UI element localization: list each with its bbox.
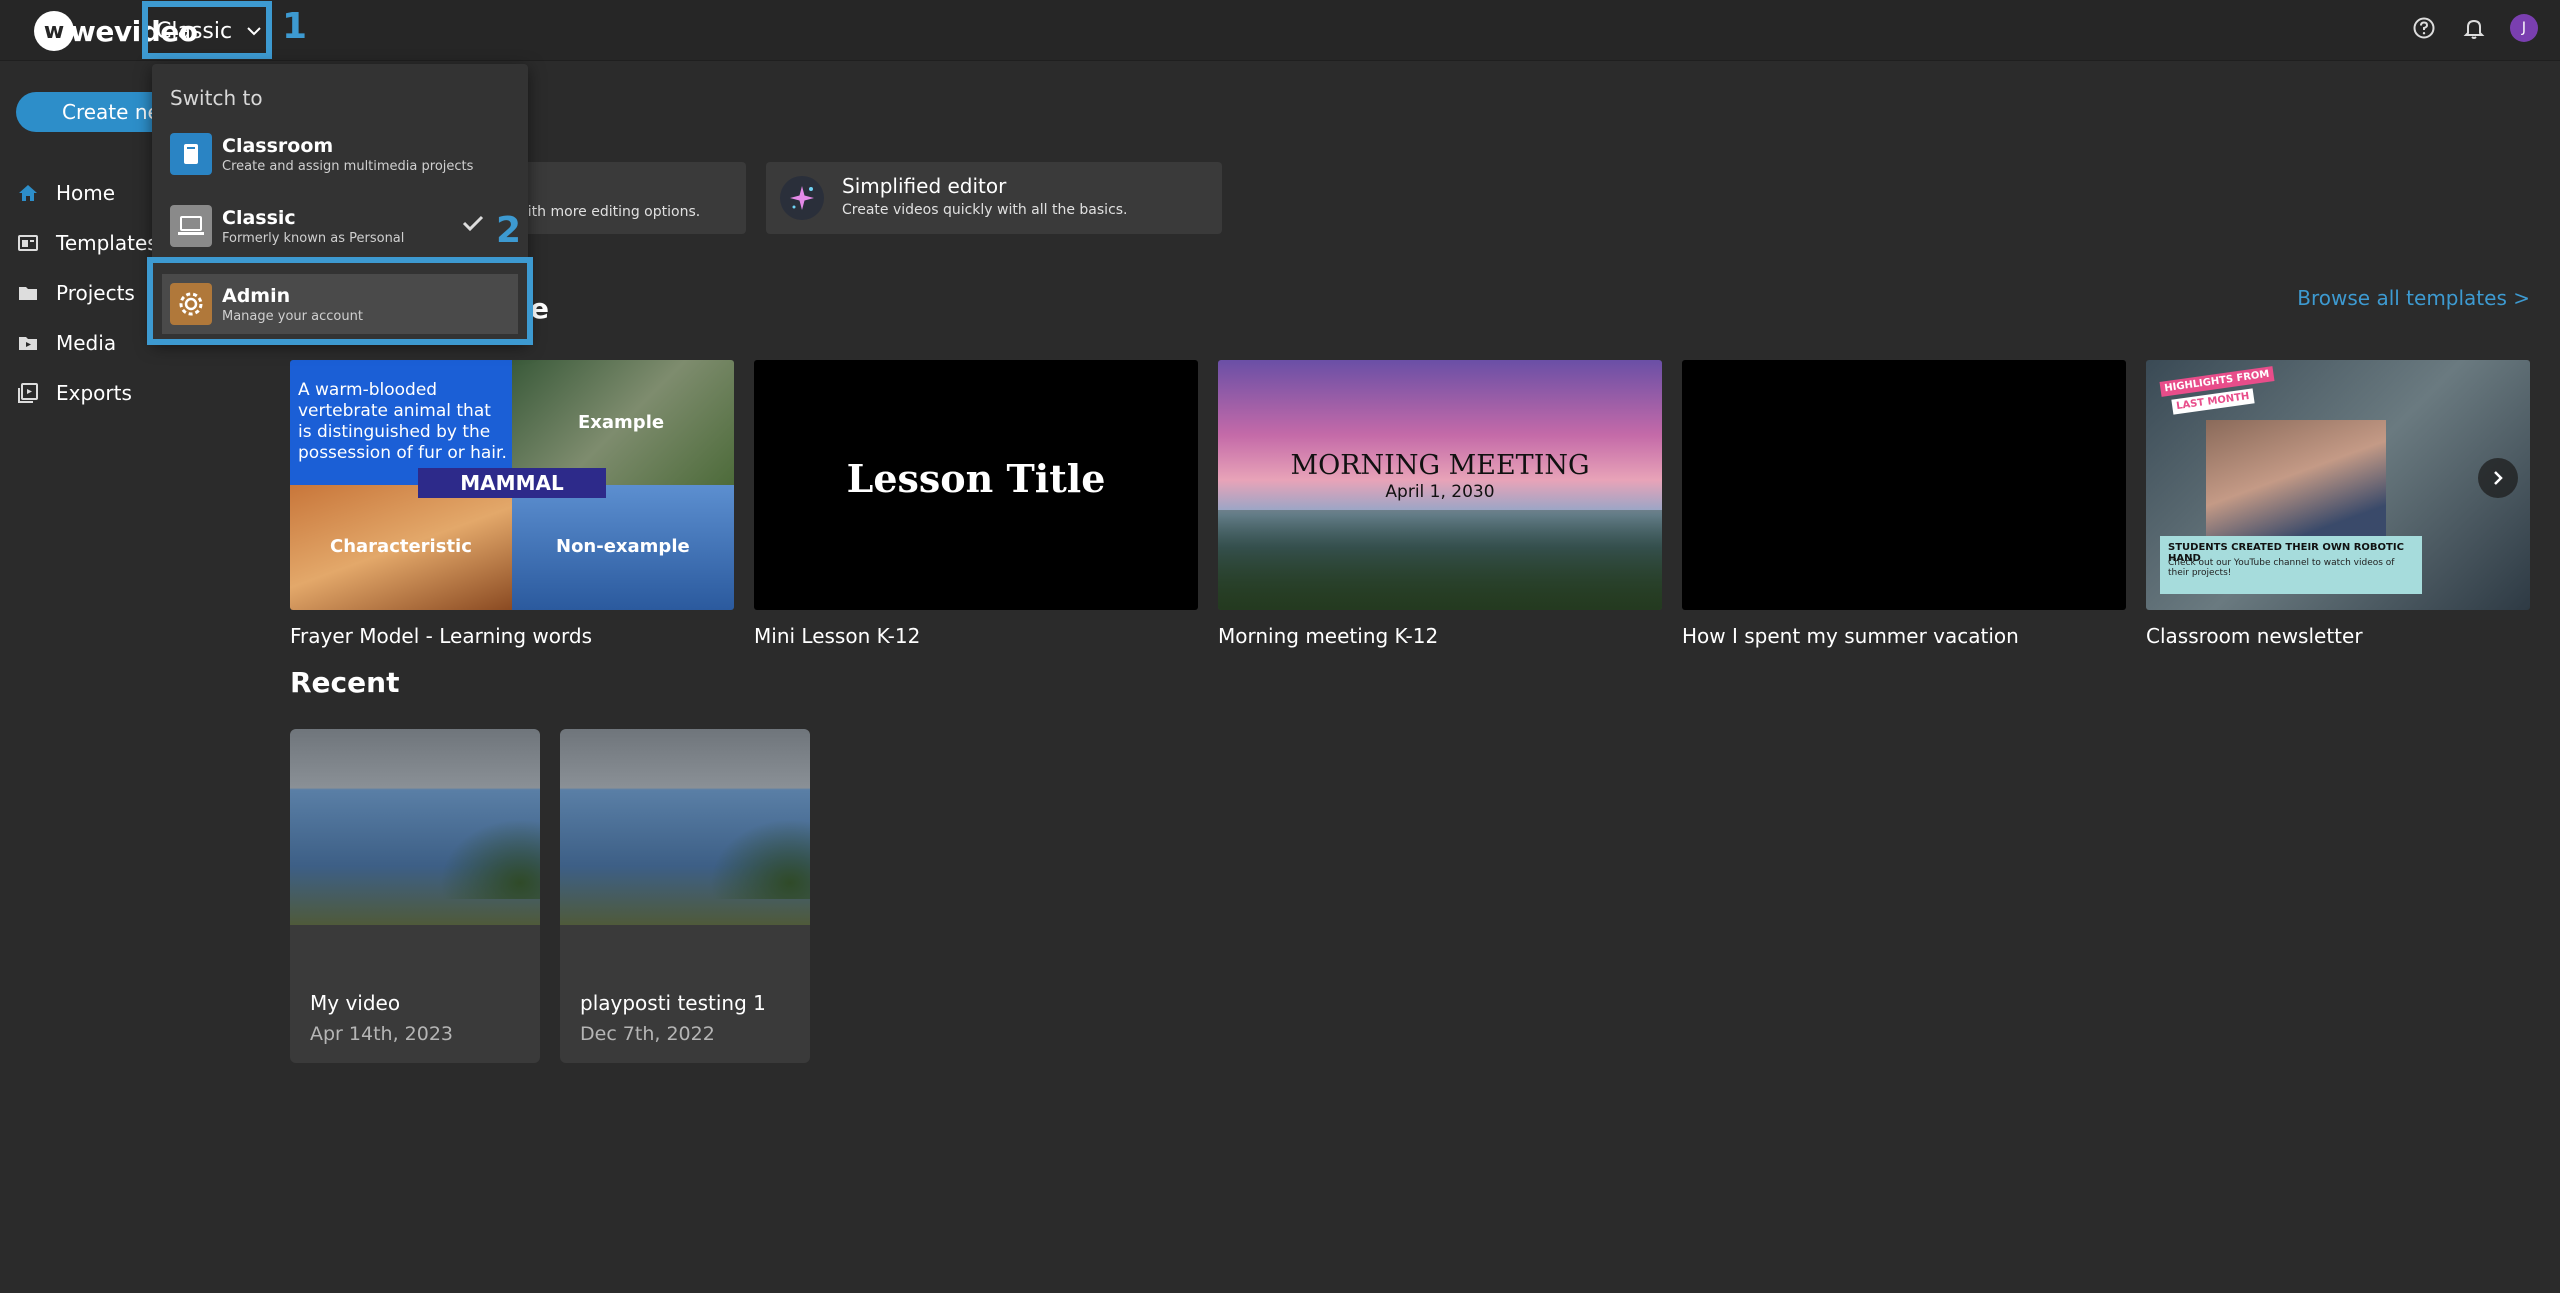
template-label: Frayer Model - Learning words <box>290 624 592 648</box>
top-bar: w wevideo Classic J <box>0 0 2560 61</box>
template-card-mini-lesson[interactable]: Lesson Title Mini Lesson K-12 <box>754 360 1198 648</box>
template-label: Classroom newsletter <box>2146 624 2363 648</box>
highlight-box-step-1 <box>142 1 272 59</box>
template-label: How I spent my summer vacation <box>1682 624 2019 648</box>
laptop-icon <box>170 205 212 247</box>
recent-project-card[interactable]: playposti testing 1 Dec 7th, 2022 <box>560 729 810 1063</box>
step-1-number: 1 <box>282 6 308 47</box>
help-icon[interactable] <box>2410 14 2438 42</box>
template-card-summer-vacation[interactable]: How I spent my summer vacation <box>1682 360 2126 648</box>
template-thumbnail: HIGHLIGHTS FROM LAST MONTH STUDENTS CREA… <box>2146 360 2530 610</box>
topbar-actions: J <box>2410 14 2538 42</box>
sidebar-item-media[interactable]: Media <box>16 318 158 368</box>
sidebar-item-label: Exports <box>56 381 132 405</box>
folder-icon <box>16 281 40 305</box>
frayer-word-banner: MAMMAL <box>418 468 606 498</box>
template-thumbnail: A warm-blooded vertebrate animal that is… <box>290 360 734 610</box>
sidebar-item-projects[interactable]: Projects <box>16 268 158 318</box>
chevron-right-icon <box>2494 471 2503 485</box>
carousel-next-button[interactable] <box>2478 458 2518 498</box>
home-icon <box>16 181 40 205</box>
templates-icon <box>16 231 40 255</box>
morning-meeting-title: MORNING MEETING <box>1290 450 1590 481</box>
editor-card-subtitle: Create videos quickly with all the basic… <box>842 202 1128 218</box>
dropdown-item-title: Classic <box>222 206 296 229</box>
sidebar-item-label: Templates <box>56 231 158 255</box>
dropdown-item-subtitle: Formerly known as Personal <box>222 230 405 246</box>
media-icon <box>16 331 40 355</box>
project-title: playposti testing 1 <box>580 991 766 1015</box>
template-label: Mini Lesson K-12 <box>754 624 921 648</box>
dropdown-header: Switch to <box>170 86 263 110</box>
newsletter-caption-sub: Check out our YouTube channel to watch v… <box>2168 558 2395 578</box>
dropdown-item-title: Classroom <box>222 134 334 157</box>
sidebar-item-exports[interactable]: Exports <box>16 368 158 418</box>
template-thumbnail: Lesson Title <box>754 360 1198 610</box>
project-date: Apr 14th, 2023 <box>310 1023 454 1045</box>
editor-card-title: r <box>508 176 700 200</box>
dropdown-item-subtitle: Create and assign multimedia projects <box>222 158 474 174</box>
bell-icon[interactable] <box>2460 14 2488 42</box>
lesson-title-text: Lesson Title <box>846 456 1106 501</box>
template-label: Morning meeting K-12 <box>1218 624 1439 648</box>
project-date: Dec 7th, 2022 <box>580 1023 715 1045</box>
dropdown-item-classic[interactable]: Classic Formerly known as Personal <box>170 200 510 252</box>
checkmark-icon <box>462 215 484 232</box>
template-thumbnail <box>1682 360 2126 610</box>
sidebar-item-home[interactable]: Home <box>16 168 158 218</box>
create-new-label: Create ne <box>62 100 160 124</box>
sidebar-nav: Home Templates Projects Media Exports <box>16 168 158 418</box>
project-title: My video <box>310 991 401 1015</box>
template-card-classroom-newsletter[interactable]: HIGHLIGHTS FROM LAST MONTH STUDENTS CREA… <box>2146 360 2530 648</box>
editor-card-title: Simplified editor <box>842 174 1007 198</box>
editor-card-subtitle: l with more editing options. <box>508 204 701 220</box>
simplified-editor-card[interactable]: Simplified editor Create videos quickly … <box>766 162 1222 234</box>
recent-section-title: Recent <box>290 666 400 699</box>
avatar[interactable]: J <box>2510 14 2538 42</box>
book-icon <box>170 133 212 175</box>
sidebar-item-label: Home <box>56 181 116 205</box>
dropdown-item-classroom[interactable]: Classroom Create and assign multimedia p… <box>170 128 510 180</box>
template-card-frayer[interactable]: A warm-blooded vertebrate animal that is… <box>290 360 734 648</box>
sidebar-item-label: Projects <box>56 281 135 305</box>
sparkle-icon <box>780 176 824 220</box>
recent-project-card[interactable]: My video Apr 14th, 2023 <box>290 729 540 1063</box>
frayer-definition-text: A warm-blooded vertebrate animal that is… <box>298 380 507 463</box>
highlight-box-step-2 <box>147 257 533 345</box>
frayer-characteristic-text: Characteristic <box>330 536 472 557</box>
sidebar-item-label: Media <box>56 331 117 355</box>
project-thumbnail <box>290 729 540 925</box>
browse-all-templates-link[interactable]: Browse all templates > <box>2297 286 2530 310</box>
step-2-number: 2 <box>496 210 522 251</box>
sidebar-item-templates[interactable]: Templates <box>16 218 158 268</box>
frayer-example-text: Example <box>578 412 665 433</box>
template-card-morning-meeting[interactable]: MORNING MEETING April 1, 2030 Morning me… <box>1218 360 1662 648</box>
template-thumbnail: MORNING MEETING April 1, 2030 <box>1218 360 1662 610</box>
morning-meeting-date: April 1, 2030 <box>1385 482 1495 502</box>
frayer-nonexample-text: Non-example <box>556 536 690 557</box>
project-thumbnail <box>560 729 810 925</box>
exports-icon <box>16 381 40 405</box>
